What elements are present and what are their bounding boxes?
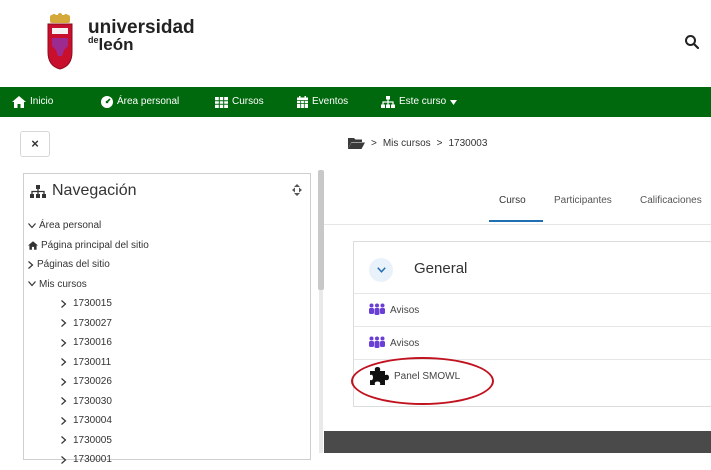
dashboard-icon [101,96,113,108]
nav-this-course-label: Este curso [399,96,447,107]
nav-tree-site-home[interactable]: Página principal del sitio [28,236,149,256]
home-icon [28,240,38,250]
search-icon[interactable] [684,34,700,50]
tab-course[interactable]: Curso [499,195,526,206]
grid-icon [215,96,228,108]
nav-tree-label: Páginas del sitio [37,259,110,270]
tab-grades[interactable]: Calificaciones [640,195,702,206]
main-navbar: Inicio Área personal Cursos Eventos Este… [0,87,711,117]
section-collapse-toggle[interactable] [369,258,393,282]
nav-home[interactable]: Inicio [12,87,53,117]
navigation-block-title: Navegación [30,182,137,200]
university-wordmark[interactable]: universidad deleón [88,18,195,53]
nav-tree-course[interactable]: 1730030 [28,392,149,412]
nav-tree-dashboard[interactable]: Área personal [28,216,149,236]
chevron-right-icon [61,455,67,464]
sitemap-icon [381,96,395,108]
nav-courses[interactable]: Cursos [215,87,264,117]
nav-tree-course-label: 1730015 [73,298,112,309]
nav-tree-label: Área personal [39,220,102,231]
chevron-right-icon [28,260,34,269]
navigation-title-text: Navegación [52,182,137,199]
activity-label: Avisos [390,304,420,316]
tab-participants[interactable]: Participantes [554,195,612,206]
activity-forum[interactable]: Avisos [354,326,711,359]
chevron-right-icon [61,416,67,425]
nav-tree-course[interactable]: 1730004 [28,411,149,431]
chevron-down-icon [28,222,36,229]
section-title: General [414,260,468,277]
nav-tree-course[interactable]: 1730015 [28,294,149,314]
wordmark-line2: deleón [88,35,195,54]
chevron-right-icon [61,338,67,347]
nav-tree-course-label: 1730011 [73,356,112,368]
chevron-down-icon [28,281,36,287]
nav-tree-course[interactable]: 1730026 [28,372,149,392]
activity-label: Avisos [390,337,420,349]
nav-tree-course[interactable]: 1730027 [28,314,149,334]
nav-dashboard-label: Área personal [117,96,180,107]
nav-tree-course-label: 1730004 [73,415,112,426]
close-drawer-button[interactable]: × [20,131,50,157]
active-tab-indicator [489,220,543,222]
chevron-right-icon [61,397,67,406]
breadcrumb-separator: > [371,137,377,149]
nav-courses-label: Cursos [232,96,264,107]
nav-tree-label: Página principal del sitio [41,239,149,251]
university-shield-logo[interactable] [42,12,78,70]
folder-open-icon[interactable] [348,137,365,149]
nav-tree-course[interactable]: 1730016 [28,333,149,353]
nav-tree-course[interactable]: 1730011 [28,353,149,373]
calendar-icon [297,96,308,108]
drawer-scrollbar[interactable] [318,170,324,290]
chevron-down-icon [376,267,386,273]
chevron-right-icon [61,299,67,308]
nav-home-label: Inicio [30,96,54,107]
wordmark-city: león [98,35,134,54]
wordmark-prefix: de [88,35,99,45]
chevron-right-icon [61,358,67,367]
sitemap-icon [30,184,46,198]
forum-people-icon [369,336,385,348]
site-header: universidad deleón [0,0,711,84]
nav-tree-label: Mis cursos [39,278,87,290]
nav-tree-course-label: 1730027 [73,317,112,329]
navigation-tree: Área personal Página principal del sitio… [28,216,149,470]
nav-tree-course-label: 1730026 [73,376,112,387]
navigation-block: Navegación Área personal Página principa… [23,173,311,465]
nav-dashboard[interactable]: Área personal [101,87,179,117]
home-icon [12,96,26,108]
nav-events[interactable]: Eventos [297,87,348,117]
nav-events-label: Eventos [312,96,349,107]
nav-tree-course-label: 1730016 [73,337,112,348]
nav-tree-course-label: 1730030 [73,395,112,407]
nav-tree-course[interactable]: 1730005 [28,431,149,451]
breadcrumb-course-code[interactable]: 1730003 [448,138,487,149]
tabs-divider [324,224,711,225]
breadcrumb: > Mis cursos > 1730003 [348,133,487,153]
breadcrumb-my-courses[interactable]: Mis cursos [383,138,431,149]
highlight-annotation [351,357,494,405]
chevron-right-icon [61,319,67,328]
nav-tree-course-label: 1730005 [73,434,112,446]
nav-tree-site-pages[interactable]: Páginas del sitio [28,255,149,275]
move-handle-icon[interactable] [292,184,302,196]
chevron-right-icon [61,377,67,386]
activity-forum[interactable]: Avisos [354,293,711,326]
forum-people-icon [369,303,385,315]
chevron-right-icon [61,436,67,445]
page-footer [324,431,711,453]
caret-down-icon [450,99,458,105]
breadcrumb-separator: > [436,137,443,149]
nav-this-course[interactable]: Este curso [381,87,458,117]
nav-tree-my-courses[interactable]: Mis cursos [28,275,149,295]
drawer-divider [319,290,323,453]
